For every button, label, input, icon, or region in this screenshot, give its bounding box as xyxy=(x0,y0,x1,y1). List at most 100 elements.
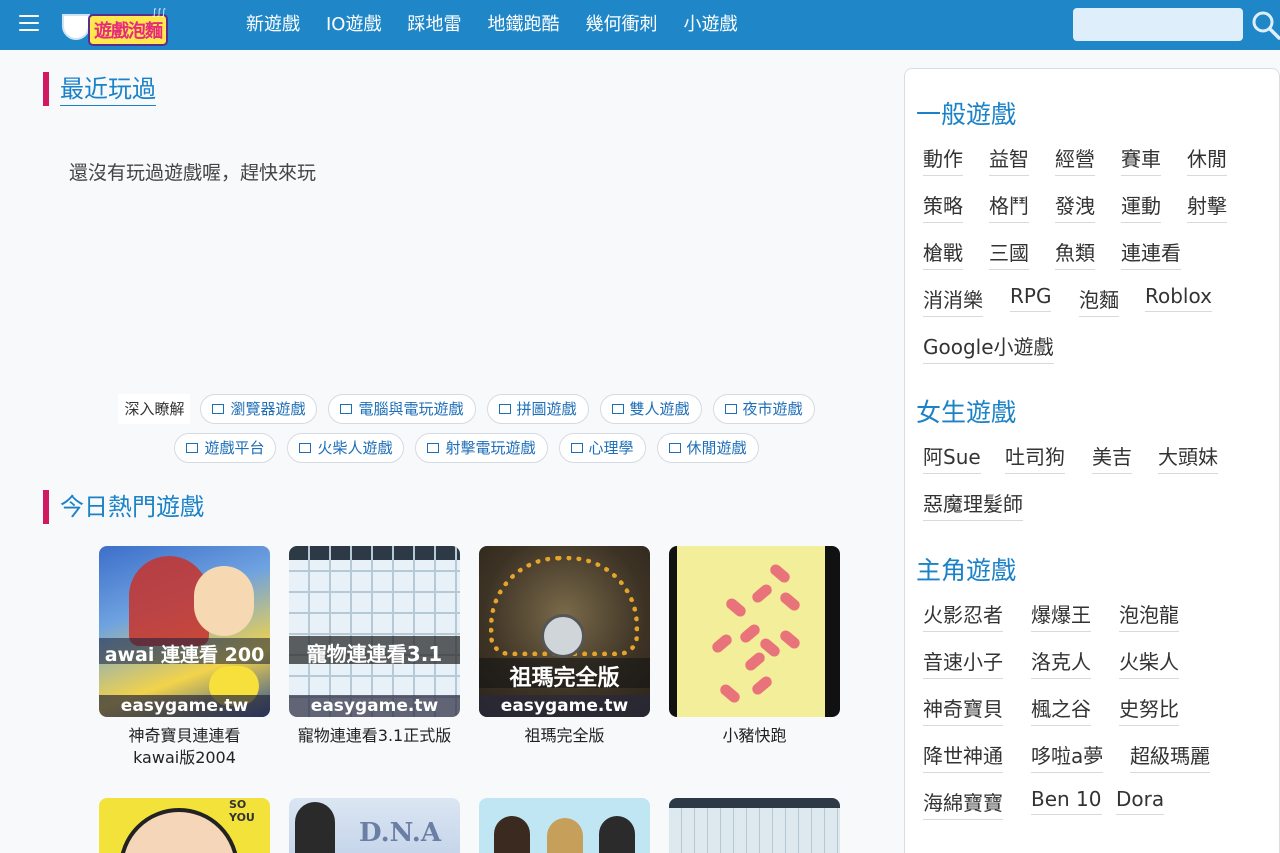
category-link[interactable]: 火柴人 xyxy=(1119,646,1179,679)
topic-chip[interactable]: 射擊電玩遊戲 xyxy=(415,433,548,463)
topic-chip[interactable]: 瀏覽器遊戲 xyxy=(200,394,318,424)
category-link[interactable]: 大頭妹 xyxy=(1158,441,1218,474)
category-link[interactable]: 美吉 xyxy=(1092,441,1132,474)
game-thumbnail[interactable]: 祖瑪完全版 easygame.tw xyxy=(479,546,650,717)
topic-chip[interactable]: 夜市遊戲 xyxy=(712,394,815,424)
category-title-general[interactable]: 一般遊戲 xyxy=(916,95,1016,131)
steam-icon: ∫∫∫ xyxy=(152,8,167,18)
category-link[interactable]: Roblox xyxy=(1145,284,1212,312)
category-link[interactable]: 賽車 xyxy=(1121,143,1161,176)
topic-chip[interactable]: 休閒遊戲 xyxy=(656,433,759,463)
news-icon xyxy=(570,443,583,453)
category-link[interactable]: 休閒 xyxy=(1187,143,1227,176)
thumb-caption: 祖瑪完全版 xyxy=(509,666,620,691)
category-link[interactable]: 策略 xyxy=(923,190,963,223)
game-title[interactable]: 神奇寶貝連連看kawai版2004 xyxy=(99,725,270,769)
category-link[interactable]: 爆爆王 xyxy=(1031,599,1091,632)
category-link[interactable]: 火影忍者 xyxy=(923,599,1003,632)
category-link[interactable]: Dora xyxy=(1116,787,1165,815)
category-title-girls[interactable]: 女生遊戲 xyxy=(916,393,1016,429)
game-thumbnail[interactable] xyxy=(479,798,650,853)
nav-item-mini-games[interactable]: 小遊戲 xyxy=(683,0,737,50)
nav-item-io-games[interactable]: IO遊戲 xyxy=(326,0,381,50)
site-logo[interactable]: 遊戲泡麵 ∫∫∫ xyxy=(62,8,170,46)
category-link[interactable]: 神奇寶貝 xyxy=(923,693,1003,726)
thumb-watermark: easygame.tw xyxy=(479,695,650,717)
related-topics-row: 深入瞭解 瀏覽器遊戲 電腦與電玩遊戲 拼圖遊戲 雙人遊戲 夜市遊戲 xyxy=(92,394,852,424)
logo-text: 遊戲泡麵 xyxy=(88,14,168,46)
search-input[interactable] xyxy=(1073,8,1243,41)
recent-empty-message: 還沒有玩過遊戲喔，趕快來玩 xyxy=(69,162,317,184)
nav-item-minesweeper[interactable]: 踩地雷 xyxy=(407,0,461,50)
category-link[interactable]: 經營 xyxy=(1055,143,1095,176)
category-link[interactable]: 楓之谷 xyxy=(1031,693,1091,726)
game-card[interactable]: 小豬快跑 xyxy=(669,546,840,747)
category-title-characters[interactable]: 主角遊戲 xyxy=(916,551,1016,587)
category-link[interactable]: 超級瑪麗 xyxy=(1130,740,1210,773)
thumb-watermark: easygame.tw xyxy=(99,695,270,717)
game-title[interactable]: 小豬快跑 xyxy=(669,725,840,747)
game-thumbnail[interactable]: D.N.A xyxy=(289,798,460,853)
game-thumbnail[interactable] xyxy=(669,546,840,717)
category-link[interactable]: 動作 xyxy=(923,143,963,176)
thumb-watermark: easygame.tw xyxy=(289,695,460,717)
category-link[interactable]: 阿Sue xyxy=(923,441,981,474)
hot-title-text: 今日熱門遊戲 xyxy=(60,493,204,521)
thumb-caption: 寵物連連看3.1 xyxy=(306,642,443,666)
category-link[interactable]: 音速小子 xyxy=(923,646,1003,679)
game-thumbnail[interactable]: awai 連連看 200 easygame.tw xyxy=(99,546,270,717)
news-icon xyxy=(340,404,353,414)
related-topics-label: 深入瞭解 xyxy=(118,394,191,424)
news-icon xyxy=(611,404,624,414)
category-link[interactable]: 連連看 xyxy=(1121,237,1181,270)
search-icon[interactable] xyxy=(1251,10,1280,40)
category-link[interactable]: Google小遊戲 xyxy=(923,331,1054,364)
topic-chip[interactable]: 心理學 xyxy=(558,433,646,463)
related-topics-row: 遊戲平台 火柴人遊戲 射擊電玩遊戲 心理學 休閒遊戲 xyxy=(92,433,852,463)
category-link[interactable]: 消消樂 xyxy=(923,284,983,317)
game-thumbnail[interactable] xyxy=(669,798,840,853)
category-link[interactable]: 格鬥 xyxy=(989,190,1029,223)
category-link[interactable]: 惡魔理髮師 xyxy=(923,488,1023,521)
news-icon xyxy=(299,443,312,453)
game-card[interactable]: 寵物連連看3.1 easygame.tw 寵物連連看3.1正式版 xyxy=(289,546,460,747)
category-link[interactable]: 吐司狗 xyxy=(1005,441,1065,474)
game-thumbnail[interactable]: 寵物連連看3.1 easygame.tw xyxy=(289,546,460,717)
category-link[interactable]: 射擊 xyxy=(1187,190,1227,223)
category-link[interactable]: 海綿寶寶 xyxy=(923,787,1003,820)
hamburger-icon[interactable] xyxy=(19,15,39,33)
game-thumbnail[interactable]: SO YOU xyxy=(99,798,270,853)
category-link[interactable]: 魚類 xyxy=(1055,237,1095,270)
category-link[interactable]: 泡泡龍 xyxy=(1119,599,1179,632)
category-link[interactable]: 益智 xyxy=(989,143,1029,176)
game-title[interactable]: 祖瑪完全版 xyxy=(479,725,650,747)
game-card[interactable]: awai 連連看 200 easygame.tw 神奇寶貝連連看kawai版20… xyxy=(99,546,270,769)
topic-chip[interactable]: 火柴人遊戲 xyxy=(287,433,405,463)
category-link[interactable]: RPG xyxy=(1010,284,1052,312)
thumb-caption: awai 連連看 200 xyxy=(104,644,265,666)
related-topics: 深入瞭解 瀏覽器遊戲 電腦與電玩遊戲 拼圖遊戲 雙人遊戲 夜市遊戲 遊戲平台 火… xyxy=(92,394,852,472)
category-link[interactable]: 哆啦a夢 xyxy=(1031,740,1104,773)
category-link[interactable]: 洛克人 xyxy=(1031,646,1091,679)
news-icon xyxy=(186,443,199,453)
category-link[interactable]: 三國 xyxy=(989,237,1029,270)
nav-item-new-games[interactable]: 新遊戲 xyxy=(246,0,300,50)
news-icon xyxy=(724,404,737,414)
topic-chip[interactable]: 拼圖遊戲 xyxy=(486,394,589,424)
recent-title-text[interactable]: 最近玩過 xyxy=(60,75,156,106)
category-link[interactable]: 史努比 xyxy=(1119,693,1179,726)
topic-chip[interactable]: 雙人遊戲 xyxy=(599,394,702,424)
category-link[interactable]: 運動 xyxy=(1121,190,1161,223)
topic-chip[interactable]: 電腦與電玩遊戲 xyxy=(328,394,476,424)
category-link[interactable]: Ben 10 xyxy=(1031,787,1102,815)
news-icon xyxy=(498,404,511,414)
nav-item-subway-surfers[interactable]: 地鐵跑酷 xyxy=(487,0,559,50)
category-link[interactable]: 槍戰 xyxy=(923,237,963,270)
game-card[interactable]: 祖瑪完全版 easygame.tw 祖瑪完全版 xyxy=(479,546,650,747)
topic-chip[interactable]: 遊戲平台 xyxy=(174,433,277,463)
category-link[interactable]: 降世神通 xyxy=(923,740,1003,773)
game-title[interactable]: 寵物連連看3.1正式版 xyxy=(289,725,460,747)
category-link[interactable]: 發洩 xyxy=(1055,190,1095,223)
category-link[interactable]: 泡麵 xyxy=(1079,284,1119,317)
nav-item-geometry-dash[interactable]: 幾何衝刺 xyxy=(585,0,657,50)
